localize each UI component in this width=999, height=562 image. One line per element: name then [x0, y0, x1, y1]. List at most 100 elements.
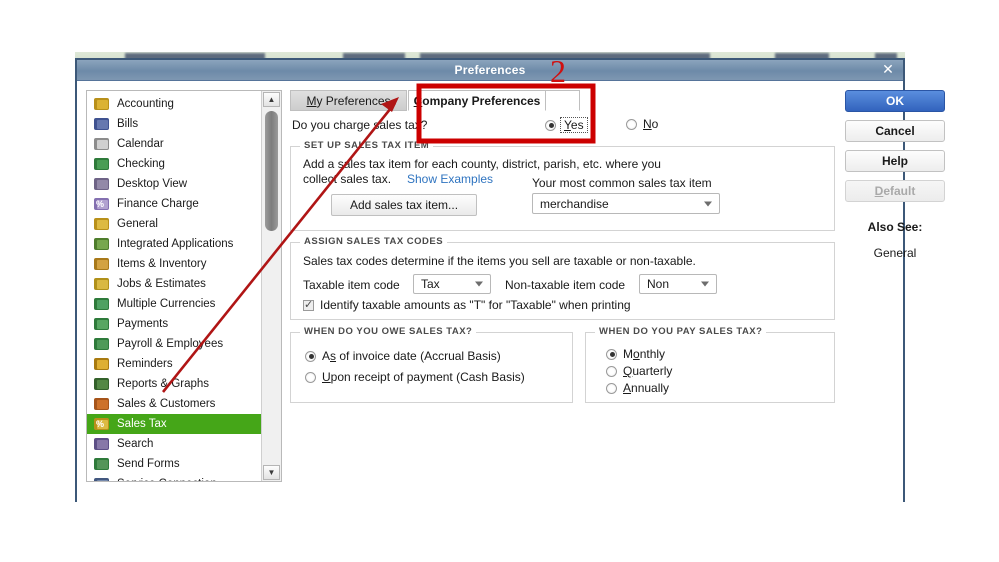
sidebar-item-label: Integrated Applications — [117, 238, 234, 250]
calendar-icon — [94, 137, 109, 151]
tab-my-preferences[interactable]: My Preferences — [290, 90, 407, 111]
charge-sales-tax-yes-label: Yes — [560, 117, 588, 133]
sidebar-item-payments[interactable]: Payments — [87, 314, 261, 334]
cancel-button[interactable]: Cancel — [845, 120, 945, 142]
setup-sales-tax-item-group: SET UP SALES TAX ITEM Add a sales tax it… — [290, 140, 835, 231]
sidebar-item-sales-customers[interactable]: Sales & Customers — [87, 394, 261, 414]
when-pay-sales-tax-group: WHEN DO YOU PAY SALES TAX? Monthly Quart… — [585, 326, 835, 403]
owe-option-accrual[interactable]: As of invoice date (Accrual Basis) — [305, 349, 501, 363]
charge-sales-tax-no[interactable]: No — [626, 117, 658, 131]
sidebar-item-items-inventory[interactable]: Items & Inventory — [87, 254, 261, 274]
payroll-employees-icon — [94, 337, 109, 351]
sidebar-item-send-forms[interactable]: Send Forms — [87, 454, 261, 474]
radio-quarterly-icon[interactable] — [606, 365, 617, 377]
radio-cash-icon[interactable] — [305, 371, 316, 383]
radio-yes-icon[interactable] — [545, 119, 556, 131]
jobs-estimates-icon — [94, 277, 109, 291]
sidebar-item-label: Finance Charge — [117, 198, 199, 210]
tab-strip: My Preferences Company Preferences — [290, 90, 835, 111]
preferences-content-panel: My Preferences Company Preferences Do yo… — [290, 90, 835, 482]
pay-option-annually-label: Annually — [623, 381, 670, 395]
scroll-down-icon[interactable]: ▼ — [263, 465, 280, 480]
sidebar-item-integrated-applications[interactable]: Integrated Applications — [87, 234, 261, 254]
sidebar-item-search[interactable]: Search — [87, 434, 261, 454]
help-button[interactable]: Help — [845, 150, 945, 172]
tab-my-preferences-label: y Preferences — [316, 93, 391, 108]
sidebar-item-checking[interactable]: Checking — [87, 154, 261, 174]
identify-taxable-amounts-checkbox-row[interactable]: Identify taxable amounts as "T" for "Tax… — [303, 298, 631, 312]
scrollbar-thumb[interactable] — [265, 111, 278, 231]
assign-description: Sales tax codes determine if the items y… — [303, 254, 696, 268]
preferences-category-list[interactable]: Accounting Bills Calendar Checking Desktop V… — [87, 91, 261, 481]
pay-option-annually[interactable]: Annually — [606, 381, 669, 395]
preferences-window: Preferences ✕ Accounting Bills Calendar Che… — [75, 58, 945, 502]
owe-option-accrual-label: As of invoice date (Accrual Basis) — [322, 349, 501, 363]
sidebar-item-reminders[interactable]: Reminders — [87, 354, 261, 374]
charge-sales-tax-question: Do you charge sales tax? — [292, 118, 428, 132]
close-icon[interactable]: ✕ — [879, 61, 897, 79]
accounting-icon — [94, 97, 109, 111]
scroll-up-icon[interactable]: ▲ — [263, 92, 280, 107]
dialog-body: Accounting Bills Calendar Checking Desktop V… — [77, 81, 945, 502]
sidebar-item-label: Accounting — [117, 98, 174, 110]
setup-description-line2: collect sales tax. — [303, 172, 392, 186]
sales-customers-icon — [94, 397, 109, 411]
sidebar-item-multiple-currencies[interactable]: Multiple Currencies — [87, 294, 261, 314]
sidebar-item-finance-charge[interactable]: % Finance Charge — [87, 194, 261, 214]
tab-company-preferences[interactable]: Company Preferences — [408, 90, 546, 111]
sidebar-item-reports-graphs[interactable]: Reports & Graphs — [87, 374, 261, 394]
sidebar-item-calendar[interactable]: Calendar — [87, 134, 261, 154]
checking-icon — [94, 157, 109, 171]
tab-underline — [580, 110, 835, 111]
chevron-down-icon[interactable] — [701, 281, 709, 287]
sidebar-item-bills[interactable]: Bills — [87, 114, 261, 134]
show-examples-link[interactable]: Show Examples — [407, 172, 493, 186]
default-button[interactable]: Default — [845, 180, 945, 202]
items-inventory-icon — [94, 257, 109, 271]
ok-button[interactable]: OK — [845, 90, 945, 112]
sidebar-item-accounting[interactable]: Accounting — [87, 94, 261, 114]
sidebar-item-label: Reports & Graphs — [117, 378, 210, 390]
sidebar-item-label: Sales Tax — [117, 418, 167, 430]
identify-taxable-checkbox[interactable] — [303, 298, 314, 311]
taxable-item-code-dropdown[interactable]: Tax — [413, 274, 491, 294]
pay-option-monthly[interactable]: Monthly — [606, 347, 665, 361]
also-see-general-link[interactable]: General — [845, 246, 945, 260]
payments-icon — [94, 317, 109, 331]
radio-monthly-icon[interactable] — [606, 348, 617, 360]
common-sales-tax-item-dropdown[interactable]: merchandise — [532, 193, 720, 214]
pay-option-quarterly[interactable]: Quarterly — [606, 364, 672, 378]
desktop-view-icon — [94, 177, 109, 191]
sidebar-item-label: Multiple Currencies — [117, 298, 216, 310]
sidebar-item-payroll-employees[interactable]: Payroll & Employees — [87, 334, 261, 354]
assign-sales-tax-codes-group: ASSIGN SALES TAX CODES Sales tax codes d… — [290, 236, 835, 320]
radio-annually-icon[interactable] — [606, 382, 617, 394]
sidebar-item-desktop-view[interactable]: Desktop View — [87, 174, 261, 194]
when-owe-title: WHEN DO YOU OWE SALES TAX? — [300, 326, 477, 337]
pay-option-monthly-label: Monthly — [623, 347, 666, 361]
sidebar-item-label: Items & Inventory — [117, 258, 207, 270]
chevron-down-icon[interactable] — [475, 281, 483, 287]
dialog-button-column: OK Cancel Help Default Also See: General — [845, 90, 945, 260]
chevron-down-icon[interactable] — [704, 201, 712, 206]
setup-description-line1: Add a sales tax item for each county, di… — [303, 157, 661, 171]
category-scrollbar[interactable]: ▲ ▼ — [261, 91, 281, 481]
send-forms-icon — [94, 457, 109, 471]
default-button-label: Default — [874, 184, 916, 198]
radio-no-icon[interactable] — [626, 118, 637, 130]
general-icon — [94, 217, 109, 231]
owe-option-cash[interactable]: Upon receipt of payment (Cash Basis) — [305, 370, 525, 384]
radio-accrual-icon[interactable] — [305, 350, 316, 362]
setup-sales-tax-item-title: SET UP SALES TAX ITEM — [300, 140, 434, 151]
common-sales-tax-item-value: merchandise — [540, 196, 609, 211]
also-see-heading: Also See: — [867, 220, 923, 234]
sidebar-item-jobs-estimates[interactable]: Jobs & Estimates — [87, 274, 261, 294]
sidebar-item-service-connection[interactable]: Service Connection — [87, 474, 261, 481]
multiple-currencies-icon — [94, 297, 109, 311]
sidebar-item-sales-tax[interactable]: % Sales Tax — [87, 414, 261, 434]
window-title: Preferences — [454, 63, 526, 77]
add-sales-tax-item-button[interactable]: Add sales tax item... — [331, 194, 477, 216]
charge-sales-tax-yes[interactable]: Yes — [545, 117, 588, 133]
nontaxable-item-code-dropdown[interactable]: Non — [639, 274, 717, 294]
sidebar-item-general[interactable]: General — [87, 214, 261, 234]
